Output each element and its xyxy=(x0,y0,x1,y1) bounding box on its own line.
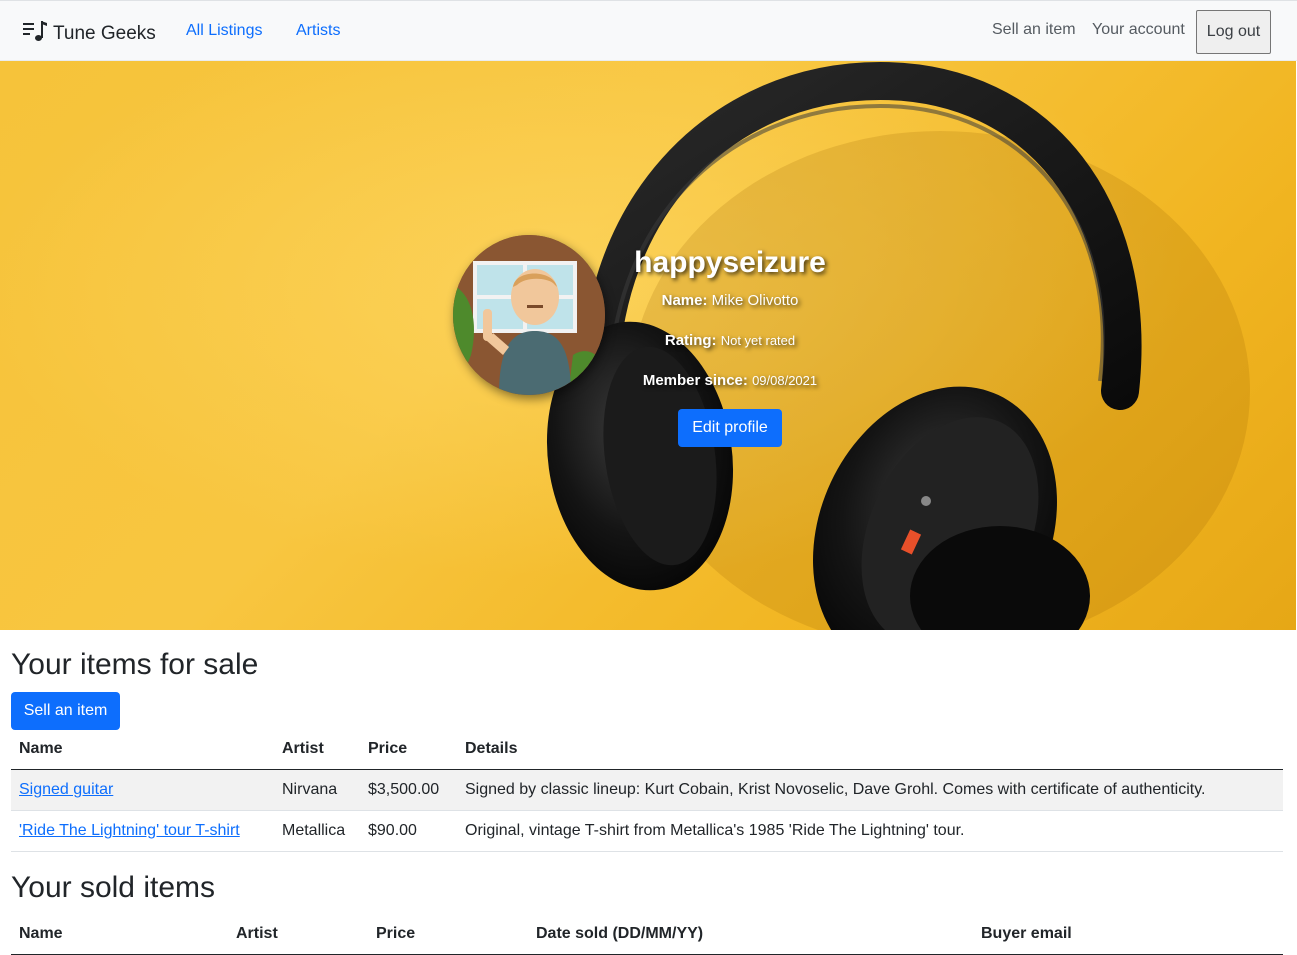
profile-hero-banner: happyseizure Name: Mike Olivotto Rating:… xyxy=(0,61,1296,630)
profile-rating-label: Rating: xyxy=(664,332,717,349)
column-header-price: Price xyxy=(376,925,416,942)
profile-rating-line: Rating: Not yet rated xyxy=(600,331,860,351)
item-name-cell: Signed guitar xyxy=(19,781,113,799)
sold-items-table: Name Artist Price Date sold (DD/MM/YY) B… xyxy=(11,915,1283,955)
brand-link[interactable]: Tune Geeks xyxy=(22,19,156,48)
sell-item-button[interactable]: Sell an item xyxy=(11,692,120,730)
profile-name-line: Name: Mike Olivotto xyxy=(600,291,860,311)
column-header-artist: Artist xyxy=(282,740,324,757)
item-details-cell: Original, vintage T-shirt from Metallica… xyxy=(465,822,965,839)
items-for-sale-heading: Your items for sale xyxy=(11,648,259,681)
table-row: 'Ride The Lightning' tour T-shirt Metall… xyxy=(11,811,1283,852)
column-header-buyer-email: Buyer email xyxy=(981,925,1072,942)
profile-member-since-label: Member since: xyxy=(642,372,748,389)
column-header-artist: Artist xyxy=(236,925,278,942)
column-header-date-sold: Date sold (DD/MM/YY) xyxy=(536,925,704,942)
sold-items-heading: Your sold items xyxy=(11,871,215,904)
item-link-signed-guitar[interactable]: Signed guitar xyxy=(19,781,113,798)
items-for-sale-table: Name Artist Price Details Signed guitar … xyxy=(11,730,1283,852)
column-header-price: Price xyxy=(368,740,408,757)
item-link-tour-tshirt[interactable]: 'Ride The Lightning' tour T-shirt xyxy=(19,822,240,839)
column-header-name: Name xyxy=(19,740,63,757)
logout-button[interactable]: Log out xyxy=(1196,10,1271,54)
profile-member-since-value: 09/08/2021 xyxy=(752,373,818,388)
edit-profile-button[interactable]: Edit profile xyxy=(678,409,782,447)
nav-sell-item[interactable]: Sell an item xyxy=(992,21,1076,39)
item-price-cell: $90.00 xyxy=(368,822,417,839)
brand-name: Tune Geeks xyxy=(53,22,156,44)
music-list-icon xyxy=(22,19,48,48)
profile-info: happyseizure Name: Mike Olivotto Rating:… xyxy=(600,241,860,391)
profile-username: happyseizure xyxy=(634,246,826,279)
nav-your-account[interactable]: Your account xyxy=(1092,21,1185,39)
item-details-cell: Signed by classic lineup: Kurt Cobain, K… xyxy=(465,781,1206,798)
table-header-row: Name Artist Price Date sold (DD/MM/YY) B… xyxy=(11,915,1283,955)
top-navbar: Tune Geeks All Listings Artists Sell an … xyxy=(0,0,1297,61)
column-header-name: Name xyxy=(19,925,63,942)
table-row: Signed guitar Nirvana $3,500.00 Signed b… xyxy=(11,770,1283,811)
item-artist-cell: Nirvana xyxy=(282,781,338,798)
profile-name-value: Mike Olivotto xyxy=(711,292,799,309)
column-header-details: Details xyxy=(465,740,518,757)
item-price-cell: $3,500.00 xyxy=(368,781,440,798)
profile-rating-value: Not yet rated xyxy=(720,333,796,348)
profile-member-since-line: Member since: 09/08/2021 xyxy=(600,371,860,391)
nav-all-listings[interactable]: All Listings xyxy=(186,22,262,40)
profile-avatar xyxy=(453,235,605,395)
profile-name-label: Name: xyxy=(661,292,708,309)
table-header-row: Name Artist Price Details xyxy=(11,730,1283,770)
item-name-cell: 'Ride The Lightning' tour T-shirt xyxy=(19,822,240,840)
item-artist-cell: Metallica xyxy=(282,822,346,839)
nav-artists[interactable]: Artists xyxy=(296,22,340,40)
